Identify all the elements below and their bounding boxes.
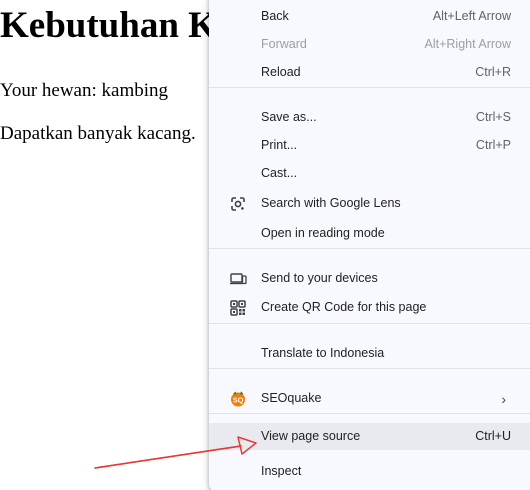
inspect-label: Inspect bbox=[261, 464, 302, 478]
menu-item-print[interactable]: Print... Ctrl+P bbox=[209, 133, 530, 159]
menu-item-view-page-source[interactable]: View page source Ctrl+U bbox=[209, 423, 530, 450]
menu-item-google-lens[interactable]: Search with Google Lens bbox=[209, 191, 530, 217]
menu-item-inspect[interactable]: Inspect bbox=[209, 459, 530, 485]
beans-text: Dapatkan banyak kacang. bbox=[0, 123, 196, 144]
back-label: Back bbox=[261, 9, 289, 23]
cast-label: Cast... bbox=[261, 166, 298, 180]
save-as-label: Save as... bbox=[261, 110, 317, 124]
send-to-devices-label: Send to your devices bbox=[261, 271, 378, 285]
menu-item-save-as[interactable]: Save as... Ctrl+S bbox=[209, 105, 530, 131]
print-shortcut: Ctrl+P bbox=[475, 138, 511, 152]
google-lens-icon bbox=[229, 195, 247, 213]
context-menu: Back Alt+Left Arrow Forward Alt+Right Ar… bbox=[209, 0, 530, 490]
menu-separator bbox=[209, 368, 530, 369]
svg-text:SQ: SQ bbox=[233, 396, 244, 405]
menu-item-forward[interactable]: Forward Alt+Right Arrow bbox=[209, 32, 530, 58]
pet-text: Your hewan: kambing bbox=[0, 80, 169, 101]
reload-shortcut: Ctrl+R bbox=[475, 65, 511, 79]
qr-code-icon bbox=[229, 299, 247, 317]
menu-item-reload[interactable]: Reload Ctrl+R bbox=[209, 60, 530, 86]
menu-item-qr-code[interactable]: Create QR Code for this page bbox=[209, 295, 530, 321]
qr-code-label: Create QR Code for this page bbox=[261, 300, 427, 314]
google-lens-label: Search with Google Lens bbox=[261, 196, 401, 210]
back-shortcut: Alt+Left Arrow bbox=[432, 9, 511, 23]
print-label: Print... bbox=[261, 138, 298, 152]
menu-item-send-to-devices[interactable]: Send to your devices bbox=[209, 266, 530, 292]
seoquake-icon: SQ bbox=[229, 390, 247, 408]
menu-separator bbox=[209, 248, 530, 249]
save-as-shortcut: Ctrl+S bbox=[475, 110, 511, 124]
seoquake-label: SEOquake bbox=[261, 391, 322, 405]
page-heading: Kebutuhan K bbox=[0, 5, 217, 46]
menu-separator bbox=[209, 323, 530, 324]
devices-icon bbox=[229, 270, 247, 288]
menu-separator bbox=[209, 87, 530, 88]
menu-item-back[interactable]: Back Alt+Left Arrow bbox=[209, 4, 530, 30]
menu-item-seoquake[interactable]: SQ SEOquake › bbox=[209, 386, 530, 412]
translate-label: Translate to Indonesia bbox=[261, 346, 385, 360]
chevron-right-icon: › bbox=[501, 391, 506, 407]
forward-label: Forward bbox=[261, 37, 307, 51]
menu-item-cast[interactable]: Cast... bbox=[209, 161, 530, 187]
reading-mode-label: Open in reading mode bbox=[261, 226, 385, 240]
menu-item-translate[interactable]: Translate to Indonesia bbox=[209, 341, 530, 367]
view-source-shortcut: Ctrl+U bbox=[475, 429, 511, 443]
menu-separator bbox=[209, 413, 530, 414]
forward-shortcut: Alt+Right Arrow bbox=[424, 37, 512, 51]
reload-label: Reload bbox=[261, 65, 301, 79]
menu-item-reading-mode[interactable]: Open in reading mode bbox=[209, 221, 530, 247]
view-source-label: View page source bbox=[261, 429, 361, 443]
